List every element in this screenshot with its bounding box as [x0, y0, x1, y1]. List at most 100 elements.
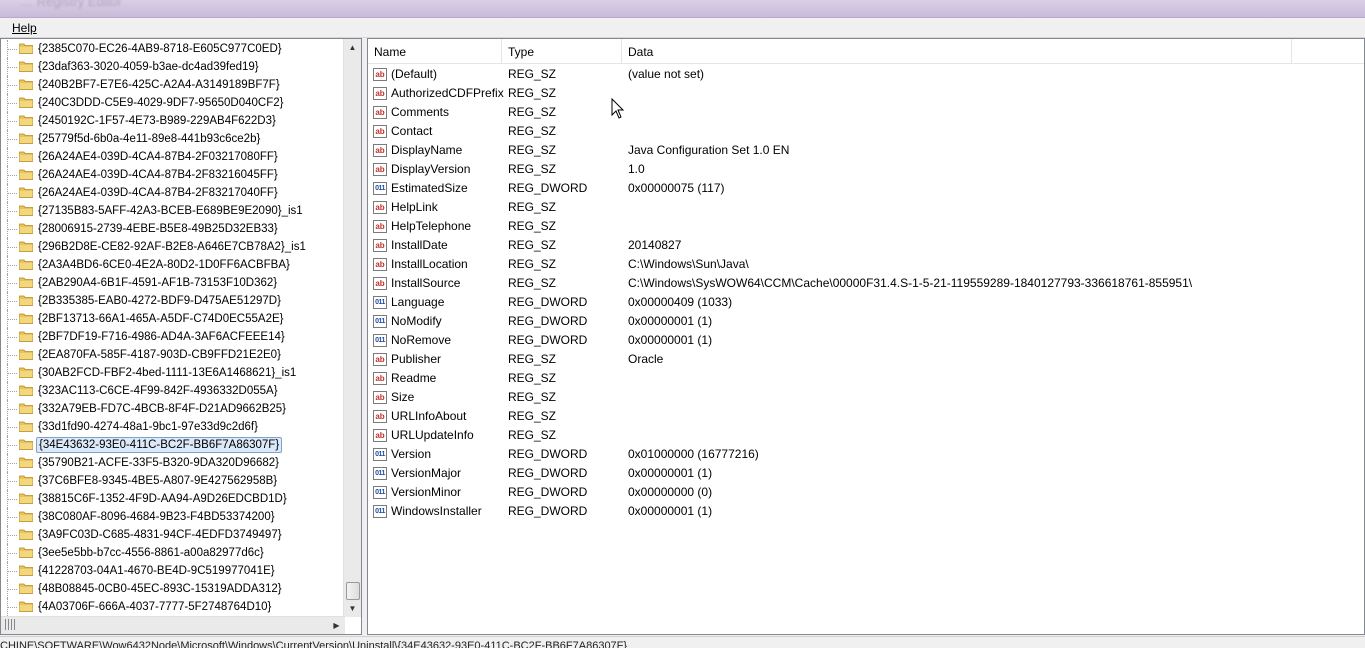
tree-item[interactable]: {2B335385-EAB0-4272-BDF9-D475AE51297D} — [1, 292, 345, 310]
string-value-icon: ab — [373, 106, 387, 119]
tree-item[interactable]: {2EA870FA-585F-4187-903D-CB9FFD21E2E0} — [1, 346, 345, 364]
value-row[interactable]: ab DisplayName REG_SZ Java Configuration Se… — [368, 141, 1364, 160]
value-row[interactable]: ab HelpTelephone REG_SZ — [368, 217, 1364, 236]
value-row[interactable]: 011 EstimatedSize REG_DWORD 0x00000075 (117… — [368, 179, 1364, 198]
tree-item[interactable]: {38C080AF-8096-4684-9B23-F4BD53374200} — [1, 508, 345, 526]
value-row[interactable]: 011 VersionMinor REG_DWORD 0x00000000 (0) — [368, 483, 1364, 502]
tree-item[interactable]: {26A24AE4-039D-4CA4-87B4-2F83216045FF} — [1, 166, 345, 184]
tree-scroll-thumb[interactable] — [346, 582, 360, 600]
string-value-icon: ab — [373, 410, 387, 423]
tree-item-label: {3A9FC03D-C685-4831-94CF-4EDFD3749497} — [38, 529, 282, 541]
scroll-right-arrow-icon[interactable]: ▶ — [328, 617, 345, 634]
column-name-header[interactable]: Name — [368, 39, 502, 63]
tree-item[interactable]: {48B08845-0CB0-45EC-893C-15319ADDA312} — [1, 580, 345, 598]
scroll-up-arrow-icon[interactable]: ▲ — [344, 39, 361, 56]
tree-item[interactable]: {3A9FC03D-C685-4831-94CF-4EDFD3749497} — [1, 526, 345, 544]
tree-vertical-scrollbar[interactable]: ▲ ▼ — [343, 39, 361, 617]
folder-icon — [19, 43, 33, 54]
dword-value-icon: 011 — [373, 182, 387, 195]
tree-item[interactable]: {2AB290A4-6B1F-4591-AF1B-73153F10D362} — [1, 274, 345, 292]
folder-icon — [19, 331, 33, 342]
tree-item[interactable]: {2385C070-EC26-4AB9-8718-E605C977C0ED} — [1, 40, 345, 58]
value-row[interactable]: ab InstallLocation REG_SZ C:\Windows\Sun\Ja… — [368, 255, 1364, 274]
value-row[interactable]: ab AuthorizedCDFPrefix REG_SZ — [368, 84, 1364, 103]
value-type: REG_SZ — [508, 162, 557, 176]
tree-item[interactable]: {2450192C-1F57-4E73-B989-229AB4F622D3} — [1, 112, 345, 130]
value-row[interactable]: ab HelpLink REG_SZ — [368, 198, 1364, 217]
tree-connector — [8, 499, 17, 501]
tree-item[interactable]: {26A24AE4-039D-4CA4-87B4-2F83217040FF} — [1, 184, 345, 202]
tree-connector — [8, 571, 17, 573]
folder-icon — [19, 115, 33, 126]
tree-item[interactable]: {4A03706F-666A-4037-7777-5F2748764D10} — [1, 598, 345, 616]
value-row[interactable]: ab (Default) REG_SZ (value not set) — [368, 65, 1364, 84]
value-row[interactable]: ab Comments REG_SZ — [368, 103, 1364, 122]
values-pane[interactable]: Name Type Data ab (Default) REG_SZ (value n… — [367, 38, 1365, 635]
value-row[interactable]: ab Readme REG_SZ — [368, 369, 1364, 388]
tree-item[interactable]: {240B2BF7-E7E6-425C-A2A4-A3149189BF7F} — [1, 76, 345, 94]
string-value-icon: ab — [373, 87, 387, 100]
tree-item[interactable]: {37C6BFE8-9345-4BE5-A807-9E427562958B} — [1, 472, 345, 490]
tree-item[interactable]: {34E43632-93E0-411C-BC2F-BB6F7A86307F} — [1, 436, 345, 454]
value-type: REG_DWORD — [508, 504, 588, 518]
scroll-down-arrow-icon[interactable]: ▼ — [344, 600, 361, 617]
value-row[interactable]: ab Contact REG_SZ — [368, 122, 1364, 141]
tree-item[interactable]: {30AB2FCD-FBF2-4bed-1111-13E6A1468621}_i… — [1, 364, 345, 382]
menu-help[interactable]: Help — [12, 21, 37, 35]
value-type: REG_DWORD — [508, 314, 588, 328]
tree-item-label: {332A79EB-FD7C-4BCB-8F4F-D21AD9662B25} — [38, 403, 287, 415]
tree-item[interactable]: {35790B21-ACFE-33F5-B320-9DA320D96682} — [1, 454, 345, 472]
string-value-icon: ab — [373, 429, 387, 442]
tree-item[interactable]: {41228703-04A1-4670-BE4D-9C519977041E} — [1, 562, 345, 580]
status-bar: CHINE\SOFTWARE\Wow6432Node\Microsoft\Win… — [0, 636, 1365, 648]
tree-item[interactable]: {3ee5e5bb-b7cc-4556-8861-a00a82977d6c} — [1, 544, 345, 562]
tree-item[interactable]: {296B2D8E-CE82-92AF-B2E8-A646E7CB78A2}_i… — [1, 238, 345, 256]
value-row[interactable]: 011 Version REG_DWORD 0x01000000 (16777216) — [368, 445, 1364, 464]
tree-item[interactable]: {2BF7DF19-F716-4986-AD4A-3AF6ACFEEE14} — [1, 328, 345, 346]
tree-item[interactable]: {26A24AE4-039D-4CA4-87B4-2F03217080FF} — [1, 148, 345, 166]
tree-item-label: {37C6BFE8-9345-4BE5-A807-9E427562958B} — [38, 475, 278, 487]
value-name: NoModify — [391, 314, 442, 328]
tree-item-label: {4A03706F-666A-4037-7777-5F2748764D10} — [38, 601, 272, 613]
value-row[interactable]: 011 VersionMajor REG_DWORD 0x00000001 (1) — [368, 464, 1364, 483]
folder-icon — [19, 421, 33, 432]
string-value-icon: ab — [373, 277, 387, 290]
tree-connector — [8, 535, 17, 537]
tree-horizontal-scrollbar[interactable]: ▶ — [1, 616, 345, 634]
tree-item-label: {296B2D8E-CE82-92AF-B2E8-A646E7CB78A2}_i… — [38, 241, 306, 253]
tree-item[interactable]: {25779f5d-6b0a-4e11-89e8-441b93c6ce2b} — [1, 130, 345, 148]
column-type-header[interactable]: Type — [502, 39, 622, 63]
column-data-header[interactable]: Data — [622, 39, 1292, 63]
mouse-cursor-icon — [611, 98, 625, 119]
tree-item[interactable]: {33d1fd90-4274-48a1-9bc1-97e33d9c2d6f} — [1, 418, 345, 436]
tree-connector — [8, 103, 17, 105]
key-tree-pane[interactable]: {2385C070-EC26-4AB9-8718-E605C977C0ED} {2… — [0, 38, 362, 635]
tree-item[interactable]: {240C3DDD-C5E9-4029-9DF7-95650D040CF2} — [1, 94, 345, 112]
value-row[interactable]: ab DisplayVersion REG_SZ 1.0 — [368, 160, 1364, 179]
tree-item-label: {2450192C-1F57-4E73-B989-229AB4F622D3} — [38, 115, 276, 127]
tree-item[interactable]: {323AC113-C6CE-4F99-842F-4936332D055A} — [1, 382, 345, 400]
value-row[interactable]: ab URLUpdateInfo REG_SZ — [368, 426, 1364, 445]
value-type: REG_SZ — [508, 409, 557, 423]
value-row[interactable]: ab InstallSource REG_SZ C:\Windows\SysWOW64… — [368, 274, 1364, 293]
tree-item[interactable]: {23daf363-3020-4059-b3ae-dc4ad39fed19} — [1, 58, 345, 76]
tree-item[interactable]: {38815C6F-1352-4F9D-AA94-A9D26EDCBD1D} — [1, 490, 345, 508]
value-row[interactable]: ab Publisher REG_SZ Oracle — [368, 350, 1364, 369]
folder-icon — [19, 313, 33, 324]
value-row[interactable]: 011 Language REG_DWORD 0x00000409 (1033) — [368, 293, 1364, 312]
tree-connector — [8, 139, 17, 141]
tree-item[interactable]: {28006915-2739-4EBE-B5E8-49B25D32EB33} — [1, 220, 345, 238]
tree-item[interactable]: {2A3A4BD6-6CE0-4E2A-80D2-1D0FF6ACBFBA} — [1, 256, 345, 274]
value-row[interactable]: ab Size REG_SZ — [368, 388, 1364, 407]
tree-hscroll-grip[interactable] — [5, 619, 15, 630]
tree-connector — [8, 427, 17, 429]
value-row[interactable]: 011 WindowsInstaller REG_DWORD 0x00000001 (… — [368, 502, 1364, 521]
tree-item[interactable]: {2BF13713-66A1-465A-A5DF-C74D0EC55A2E} — [1, 310, 345, 328]
tree-item[interactable]: {27135B83-5AFF-42A3-BCEB-E689BE9E2090}_i… — [1, 202, 345, 220]
tree-item[interactable]: {332A79EB-FD7C-4BCB-8F4F-D21AD9662B25} — [1, 400, 345, 418]
value-row[interactable]: 011 NoRemove REG_DWORD 0x00000001 (1) — [368, 331, 1364, 350]
value-row[interactable]: ab URLInfoAbout REG_SZ — [368, 407, 1364, 426]
value-row[interactable]: 011 NoModify REG_DWORD 0x00000001 (1) — [368, 312, 1364, 331]
tree-item-label: {48B08845-0CB0-45EC-893C-15319ADDA312} — [38, 583, 282, 595]
value-row[interactable]: ab InstallDate REG_SZ 20140827 — [368, 236, 1364, 255]
